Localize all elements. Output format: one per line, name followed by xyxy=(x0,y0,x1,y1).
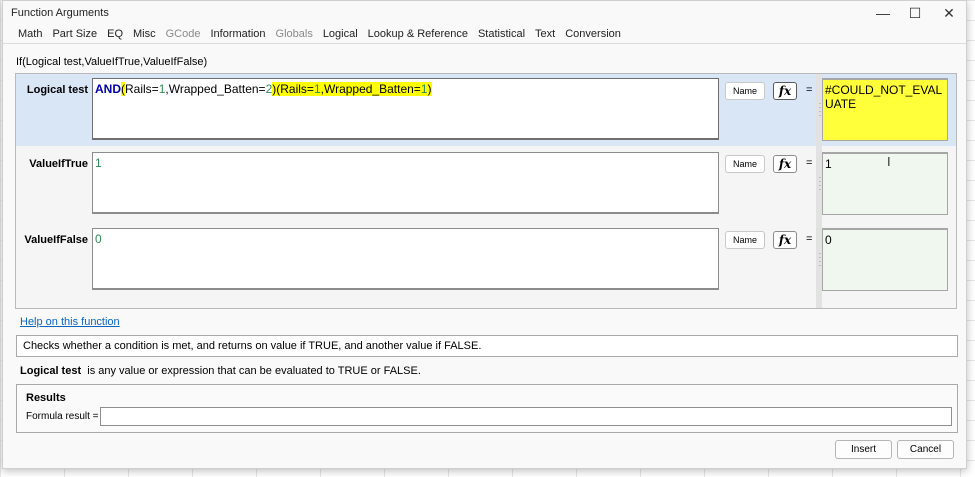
minimize-icon[interactable]: — xyxy=(865,2,901,24)
tab-misc[interactable]: Misc xyxy=(128,28,161,40)
argument-description-name: Logical test xyxy=(20,365,82,377)
argument-label: ValueIfFalse xyxy=(24,234,88,246)
logical-test-result: #COULD_NOT_EVALUATE xyxy=(822,78,948,141)
window-title: Function Arguments xyxy=(11,7,109,19)
text-cursor-icon: I xyxy=(887,154,891,169)
fx-icon[interactable]: fx xyxy=(773,82,797,100)
maximize-icon[interactable]: ☐ xyxy=(897,2,933,24)
tab-lookup-reference[interactable]: Lookup & Reference xyxy=(363,28,473,40)
tab-globals[interactable]: Globals xyxy=(271,28,318,40)
text-token: Rails= xyxy=(280,82,314,96)
name-button[interactable]: Name xyxy=(725,82,765,100)
equals-sign: = xyxy=(806,233,813,245)
value-if-true-result: 1 xyxy=(822,152,948,215)
argument-row-logical-test: Logical test AND(Rails=1,Wrapped_Batten=… xyxy=(16,74,956,146)
name-button[interactable]: Name xyxy=(725,231,765,249)
tab-conversion[interactable]: Conversion xyxy=(560,28,626,40)
fx-icon[interactable]: fx xyxy=(773,231,797,249)
tab-gcode[interactable]: GCode xyxy=(161,28,206,40)
tab-statistical[interactable]: Statistical xyxy=(473,28,530,40)
tabs-divider xyxy=(3,43,966,44)
cancel-button[interactable]: Cancel xyxy=(897,440,954,459)
name-button[interactable]: Name xyxy=(725,155,765,173)
formula-result-label: Formula result = xyxy=(26,411,99,422)
argument-label: ValueIfTrue xyxy=(29,158,88,170)
tab-part-size[interactable]: Part Size xyxy=(47,28,102,40)
help-link[interactable]: Help on this function xyxy=(20,316,120,328)
formula-result-field[interactable] xyxy=(100,407,952,426)
number-token: 1 xyxy=(313,82,321,96)
text-token: ,Wrapped_Batten= xyxy=(320,82,421,96)
equals-sign: = xyxy=(806,157,813,169)
argument-description: Logical test is any value or expression … xyxy=(20,365,421,377)
argument-label: Logical test xyxy=(26,84,88,96)
function-description: Checks whether a condition is met, and r… xyxy=(16,335,958,357)
paren-token: ) xyxy=(427,82,432,96)
text-token: ,Wrapped_Batten= xyxy=(165,82,266,96)
results-group: Results Formula result = xyxy=(16,384,958,433)
argument-description-text: is any value or expression that can be e… xyxy=(87,365,421,377)
argument-row-value-if-false: ValueIfFalse 0 Name fx = · · · · 0 xyxy=(16,222,956,308)
close-icon[interactable]: ✕ xyxy=(931,2,967,24)
arguments-panel: Logical test AND(Rails=1,Wrapped_Batten=… xyxy=(15,73,957,309)
tab-math[interactable]: Math xyxy=(13,28,47,40)
value-if-true-input[interactable]: 1 xyxy=(92,152,719,214)
text-token: Rails= xyxy=(125,82,159,96)
number-token: 1 xyxy=(420,82,428,96)
insert-button[interactable]: Insert xyxy=(835,440,892,459)
logical-test-input[interactable]: AND(Rails=1,Wrapped_Batten=2)(Rails=1,Wr… xyxy=(92,78,719,140)
category-tabs: Math Part Size EQ Misc GCode Information… xyxy=(13,28,626,40)
keyword-token: AND xyxy=(95,82,121,96)
value-if-false-result: 0 xyxy=(822,228,948,291)
tab-information[interactable]: Information xyxy=(205,28,270,40)
tab-text[interactable]: Text xyxy=(530,28,560,40)
tab-eq[interactable]: EQ xyxy=(102,28,128,40)
fx-icon[interactable]: fx xyxy=(773,155,797,173)
value-if-false-input[interactable]: 0 xyxy=(92,228,719,290)
equals-sign: = xyxy=(806,84,813,96)
results-heading: Results xyxy=(26,392,66,404)
function-arguments-dialog: Function Arguments — ☐ ✕ Math Part Size … xyxy=(2,0,967,469)
function-signature: If(Logical test,ValueIfTrue,ValueIfFalse… xyxy=(16,56,208,68)
argument-row-value-if-true: ValueIfTrue 1 Name fx = · · · · 1 I xyxy=(16,146,956,222)
tab-logical[interactable]: Logical xyxy=(318,28,363,40)
